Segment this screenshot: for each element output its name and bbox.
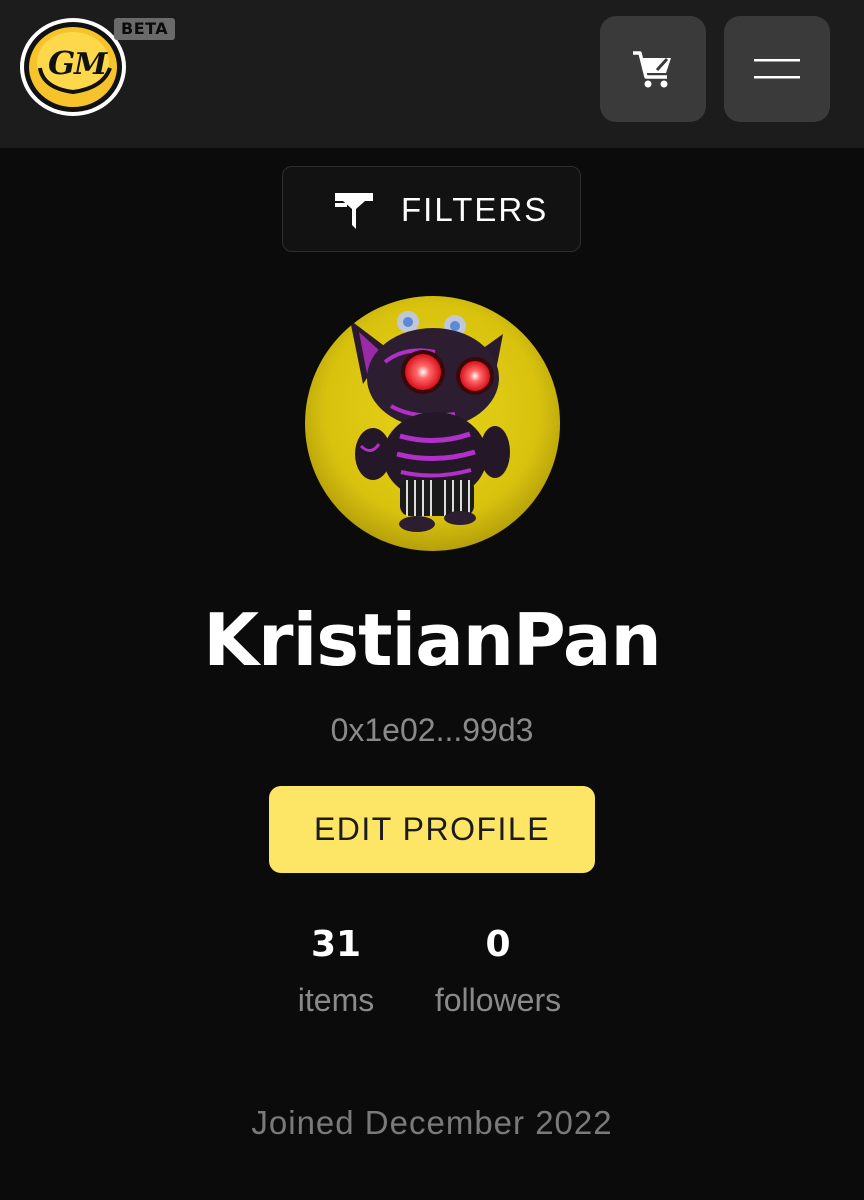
avatar bbox=[305, 296, 560, 551]
top-header: G M BETA bbox=[0, 0, 864, 148]
filters-button[interactable]: FILTERS bbox=[282, 166, 581, 252]
username: KristianPan bbox=[203, 598, 661, 682]
profile-page: G M BETA FILTERS KristianPan 0x1e02...99… bbox=[0, 0, 864, 1200]
filters-label: FILTERS bbox=[401, 191, 549, 228]
beta-badge: BETA bbox=[114, 18, 176, 40]
edit-profile-button[interactable]: EDIT PROFILE bbox=[269, 786, 595, 873]
gm-logo[interactable]: G M bbox=[18, 16, 128, 118]
joined-date: Joined December 2022 bbox=[251, 1104, 613, 1141]
gm-logo-icon: G M bbox=[20, 18, 126, 116]
hamburger-menu-icon bbox=[754, 59, 800, 79]
shopping-cart-icon bbox=[633, 51, 671, 88]
stat-followers[interactable]: 0 followers bbox=[398, 922, 598, 1020]
avatar-image bbox=[305, 296, 560, 551]
funnel-filter-icon bbox=[335, 193, 373, 229]
stat-followers-value: 0 bbox=[485, 924, 511, 965]
stat-followers-label: followers bbox=[434, 982, 562, 1018]
cart-button[interactable] bbox=[600, 16, 706, 122]
svg-text:G: G bbox=[48, 44, 75, 82]
wallet-address[interactable]: 0x1e02...99d3 bbox=[0, 710, 864, 750]
menu-button[interactable] bbox=[724, 16, 830, 122]
